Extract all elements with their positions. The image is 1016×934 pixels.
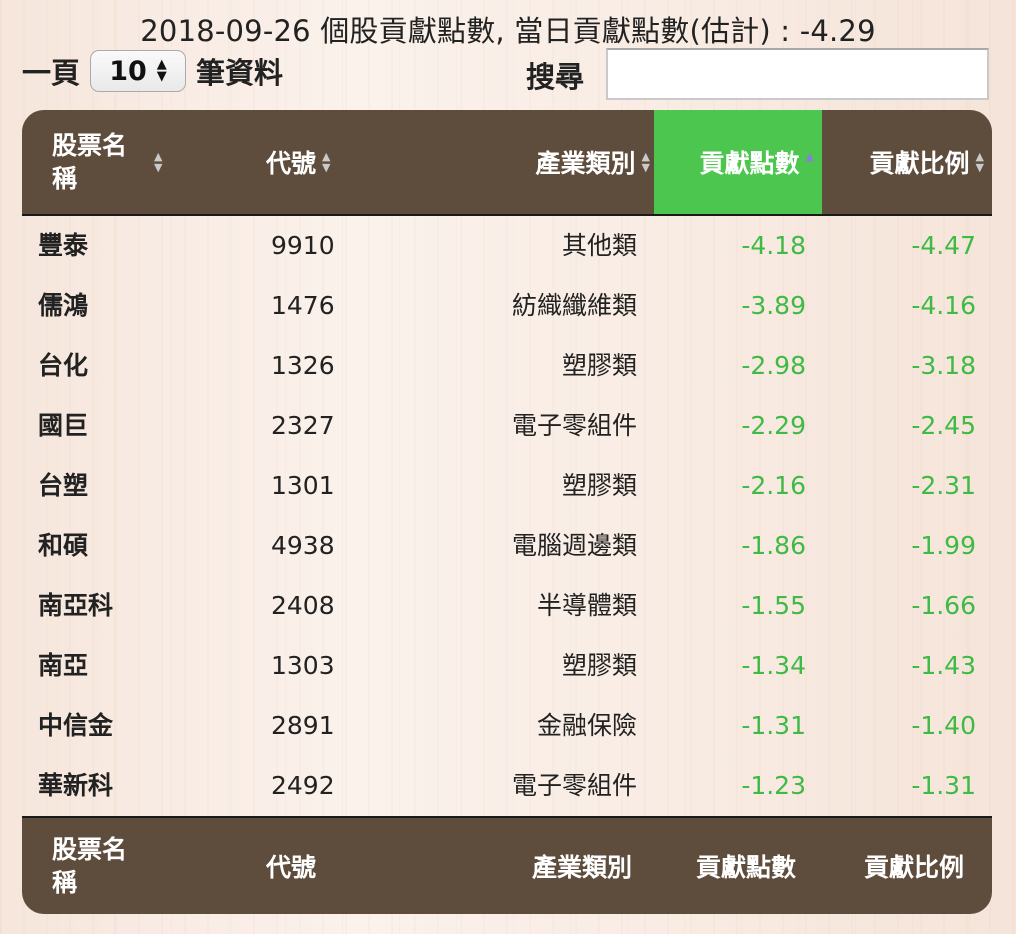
table-row: 豐泰 9910 其他類 -4.18 -4.47 bbox=[22, 216, 992, 276]
industry: 紡織纖維類 bbox=[511, 291, 637, 320]
stock-code: 1326 bbox=[271, 351, 335, 380]
stock-name: 台化 bbox=[38, 351, 89, 380]
sort-both-icon: ▲ ▼ bbox=[641, 150, 650, 174]
contribution-ratio: -1.40 bbox=[911, 711, 976, 740]
stock-code: 2891 bbox=[271, 711, 335, 740]
table-row: 和碩 4938 電腦週邊類 -1.86 -1.99 bbox=[22, 516, 992, 576]
contribution-ratio: -3.18 bbox=[911, 351, 976, 380]
table-row: 儒鴻 1476 紡織纖維類 -3.89 -4.16 bbox=[22, 276, 992, 336]
contribution-ratio: -1.31 bbox=[911, 771, 976, 800]
table-row: 南亞 1303 塑膠類 -1.34 -1.43 bbox=[22, 636, 992, 696]
column-header-points-label: 貢獻點數 bbox=[699, 149, 800, 178]
footer-header-ratio: 貢獻比例 bbox=[822, 818, 992, 914]
page-length-control: 一頁 10 ▲ ▼ 筆資料 bbox=[22, 48, 283, 94]
table-footer: 股票名稱 代號 產業類別 貢獻點數 貢獻比例 bbox=[22, 818, 992, 914]
stock-code: 9910 bbox=[271, 231, 335, 260]
industry: 電腦週邊類 bbox=[511, 531, 637, 560]
page-title: 2018-09-26 個股貢獻點數, 當日貢獻點數(估計) : -4.29 bbox=[140, 14, 876, 48]
column-header-name[interactable]: 股票名稱 ▲ ▼ bbox=[22, 110, 187, 214]
per-page-suffix-label: 筆資料 bbox=[196, 56, 284, 90]
stock-code: 1476 bbox=[271, 291, 335, 320]
table-row: 國巨 2327 電子零組件 -2.29 -2.45 bbox=[22, 396, 992, 456]
contribution-ratio: -1.99 bbox=[911, 531, 976, 560]
table-header: 股票名稱 ▲▼ 代號 ▲▼ 產業類別 ▲▼ 貢獻點數 ▲▼ 貢獻比例 ▲▼ bbox=[22, 110, 992, 214]
stock-name: 豐泰 bbox=[38, 231, 89, 260]
contribution-points: -2.98 bbox=[741, 351, 806, 380]
stock-name: 和碩 bbox=[38, 531, 89, 560]
stock-code: 1303 bbox=[271, 651, 335, 680]
footer-header-code-label: 代號 bbox=[266, 853, 317, 882]
stock-code: 2408 bbox=[271, 591, 335, 620]
contribution-points: -2.29 bbox=[741, 411, 806, 440]
column-header-ratio-label: 貢獻比例 bbox=[869, 149, 970, 178]
contribution-ratio: -4.47 bbox=[911, 231, 976, 260]
column-header-points[interactable]: 貢獻點數 ▲▼ bbox=[654, 110, 822, 214]
industry: 塑膠類 bbox=[561, 651, 637, 680]
search-input[interactable] bbox=[606, 48, 989, 100]
column-header-industry[interactable]: 產業類別 ▲ ▼ bbox=[373, 110, 654, 214]
industry: 其他類 bbox=[561, 231, 637, 260]
contribution-ratio: -1.66 bbox=[911, 591, 976, 620]
contribution-ratio: -2.45 bbox=[911, 411, 976, 440]
footer-header-code: 代號 bbox=[187, 818, 373, 914]
contribution-points: -4.18 bbox=[741, 231, 806, 260]
per-page-prefix-label: 一頁 bbox=[22, 56, 81, 90]
industry: 金融保險 bbox=[536, 711, 637, 740]
column-header-code-label: 代號 bbox=[266, 149, 317, 178]
table-row: 台塑 1301 塑膠類 -2.16 -2.31 bbox=[22, 456, 992, 516]
table-body: 豐泰 9910 其他類 -4.18 -4.47 儒鴻 1476 紡織纖維類 -3… bbox=[22, 216, 992, 816]
search-label: 搜尋 bbox=[526, 60, 585, 94]
industry: 電子零組件 bbox=[511, 771, 637, 800]
contribution-points: -1.34 bbox=[741, 651, 806, 680]
stock-code: 1301 bbox=[271, 471, 335, 500]
industry: 電子零組件 bbox=[511, 411, 637, 440]
footer-header-industry-label: 產業類別 bbox=[531, 853, 632, 882]
column-header-industry-label: 產業類別 bbox=[535, 149, 636, 178]
stock-code: 2327 bbox=[271, 411, 335, 440]
stock-name: 國巨 bbox=[38, 411, 89, 440]
table-row: 台化 1326 塑膠類 -2.98 -3.18 bbox=[22, 336, 992, 396]
select-stepper-icon: ▲ ▼ bbox=[156, 57, 167, 84]
contribution-points: -1.23 bbox=[741, 771, 806, 800]
stock-name: 南亞 bbox=[38, 651, 89, 680]
stock-name: 中信金 bbox=[38, 711, 114, 740]
sort-both-icon: ▲ ▼ bbox=[154, 150, 163, 174]
table-row: 華新科 2492 電子零組件 -1.23 -1.31 bbox=[22, 756, 992, 816]
stock-code: 2492 bbox=[271, 771, 335, 800]
stock-name: 南亞科 bbox=[38, 591, 114, 620]
industry: 塑膠類 bbox=[561, 471, 637, 500]
sort-asc-icon: ▲▼ bbox=[805, 150, 814, 163]
contribution-points: -2.16 bbox=[741, 471, 806, 500]
column-header-code[interactable]: 代號 ▲ ▼ bbox=[187, 110, 373, 214]
table-row: 中信金 2891 金融保險 -1.31 -1.40 bbox=[22, 696, 992, 756]
footer-header-name-label: 股票名稱 bbox=[52, 835, 128, 897]
contribution-points: -3.89 bbox=[741, 291, 806, 320]
contribution-points: -1.31 bbox=[741, 711, 806, 740]
stock-name: 台塑 bbox=[38, 471, 89, 500]
industry: 半導體類 bbox=[536, 591, 637, 620]
contribution-ratio: -4.16 bbox=[911, 291, 976, 320]
footer-header-industry: 產業類別 bbox=[373, 818, 654, 914]
footer-header-points: 貢獻點數 bbox=[654, 818, 822, 914]
contribution-table: 股票名稱 ▲▼ 代號 ▲▼ 產業類別 ▲▼ 貢獻點數 ▲▼ 貢獻比例 ▲▼ 豐泰… bbox=[22, 110, 992, 914]
sort-both-icon: ▲ ▼ bbox=[975, 150, 984, 174]
industry: 塑膠類 bbox=[561, 351, 637, 380]
stock-name: 華新科 bbox=[38, 771, 114, 800]
per-page-value: 10 bbox=[109, 55, 147, 87]
footer-header-name: 股票名稱 bbox=[22, 818, 187, 914]
contribution-ratio: -2.31 bbox=[911, 471, 976, 500]
per-page-select[interactable]: 10 ▲ ▼ bbox=[90, 50, 187, 92]
stock-name: 儒鴻 bbox=[38, 291, 89, 320]
table-row: 南亞科 2408 半導體類 -1.55 -1.66 bbox=[22, 576, 992, 636]
sort-both-icon: ▲ ▼ bbox=[322, 150, 331, 174]
contribution-ratio: -1.43 bbox=[911, 651, 976, 680]
footer-header-ratio-label: 貢獻比例 bbox=[863, 853, 964, 882]
stock-code: 4938 bbox=[271, 531, 335, 560]
contribution-points: -1.55 bbox=[741, 591, 806, 620]
column-header-ratio[interactable]: 貢獻比例 ▲ ▼ bbox=[822, 110, 992, 214]
contribution-points: -1.86 bbox=[741, 531, 806, 560]
column-header-name-label: 股票名稱 bbox=[52, 131, 128, 193]
footer-header-points-label: 貢獻點數 bbox=[695, 853, 796, 882]
